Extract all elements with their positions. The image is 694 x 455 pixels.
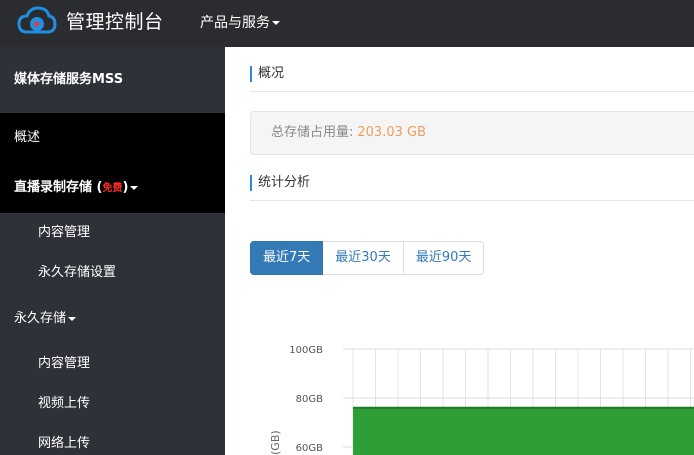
main-content: 概况 总存储占用量: 203.03 GB 统计分析 最近7天 最近30天 最近90… (225, 47, 694, 455)
sidebar-item-overview[interactable]: 概述 (0, 113, 225, 163)
storage-area-series (353, 407, 694, 455)
storage-usage-chart: 100GB 80GB 60GB (GB) (269, 345, 694, 455)
sidebar-item-network-upload[interactable]: 网络上传 (0, 424, 225, 455)
live-storage-label: 直播录制存储 ( (14, 180, 103, 195)
sidebar-item-video-upload[interactable]: 视频上传 (0, 384, 225, 424)
y-tick-label: 60GB (296, 443, 323, 454)
sidebar-item-permanent-settings[interactable]: 永久存储设置 (0, 253, 225, 293)
sidebar-service-title[interactable]: 媒体存储服务MSS (0, 47, 225, 113)
caret-down-icon (272, 21, 280, 25)
products-services-label: 产品与服务 (200, 15, 270, 31)
y-tick-label: 80GB (296, 394, 323, 405)
chart-y-axis-label: (GB) (269, 430, 282, 455)
caret-down-icon (130, 185, 139, 190)
products-services-menu[interactable]: 产品与服务 (200, 13, 280, 33)
free-badge: 免费 (102, 183, 123, 194)
sidebar-item-permanent-storage[interactable]: 永久存储 (0, 299, 225, 339)
sidebar-item-live-content[interactable]: 内容管理 (0, 213, 225, 253)
sidebar-item-permanent-content[interactable]: 内容管理 (0, 344, 225, 384)
sidebar-item-live-storage[interactable]: 直播录制存储 (免费) (0, 163, 225, 213)
permanent-storage-label: 永久存储 (14, 311, 67, 326)
cloud-video-logo-icon[interactable] (17, 5, 57, 39)
caret-down-icon (68, 316, 77, 321)
y-tick-label: 100GB (289, 345, 323, 356)
top-navbar: 管理控制台 产品与服务 (0, 0, 694, 47)
sidebar: 媒体存储服务MSS 概述 直播录制存储 (免费) 内容管理 永久存储设置 永久存… (0, 47, 225, 455)
live-storage-suffix: ) (122, 180, 129, 195)
app-title: 管理控制台 (66, 11, 164, 33)
